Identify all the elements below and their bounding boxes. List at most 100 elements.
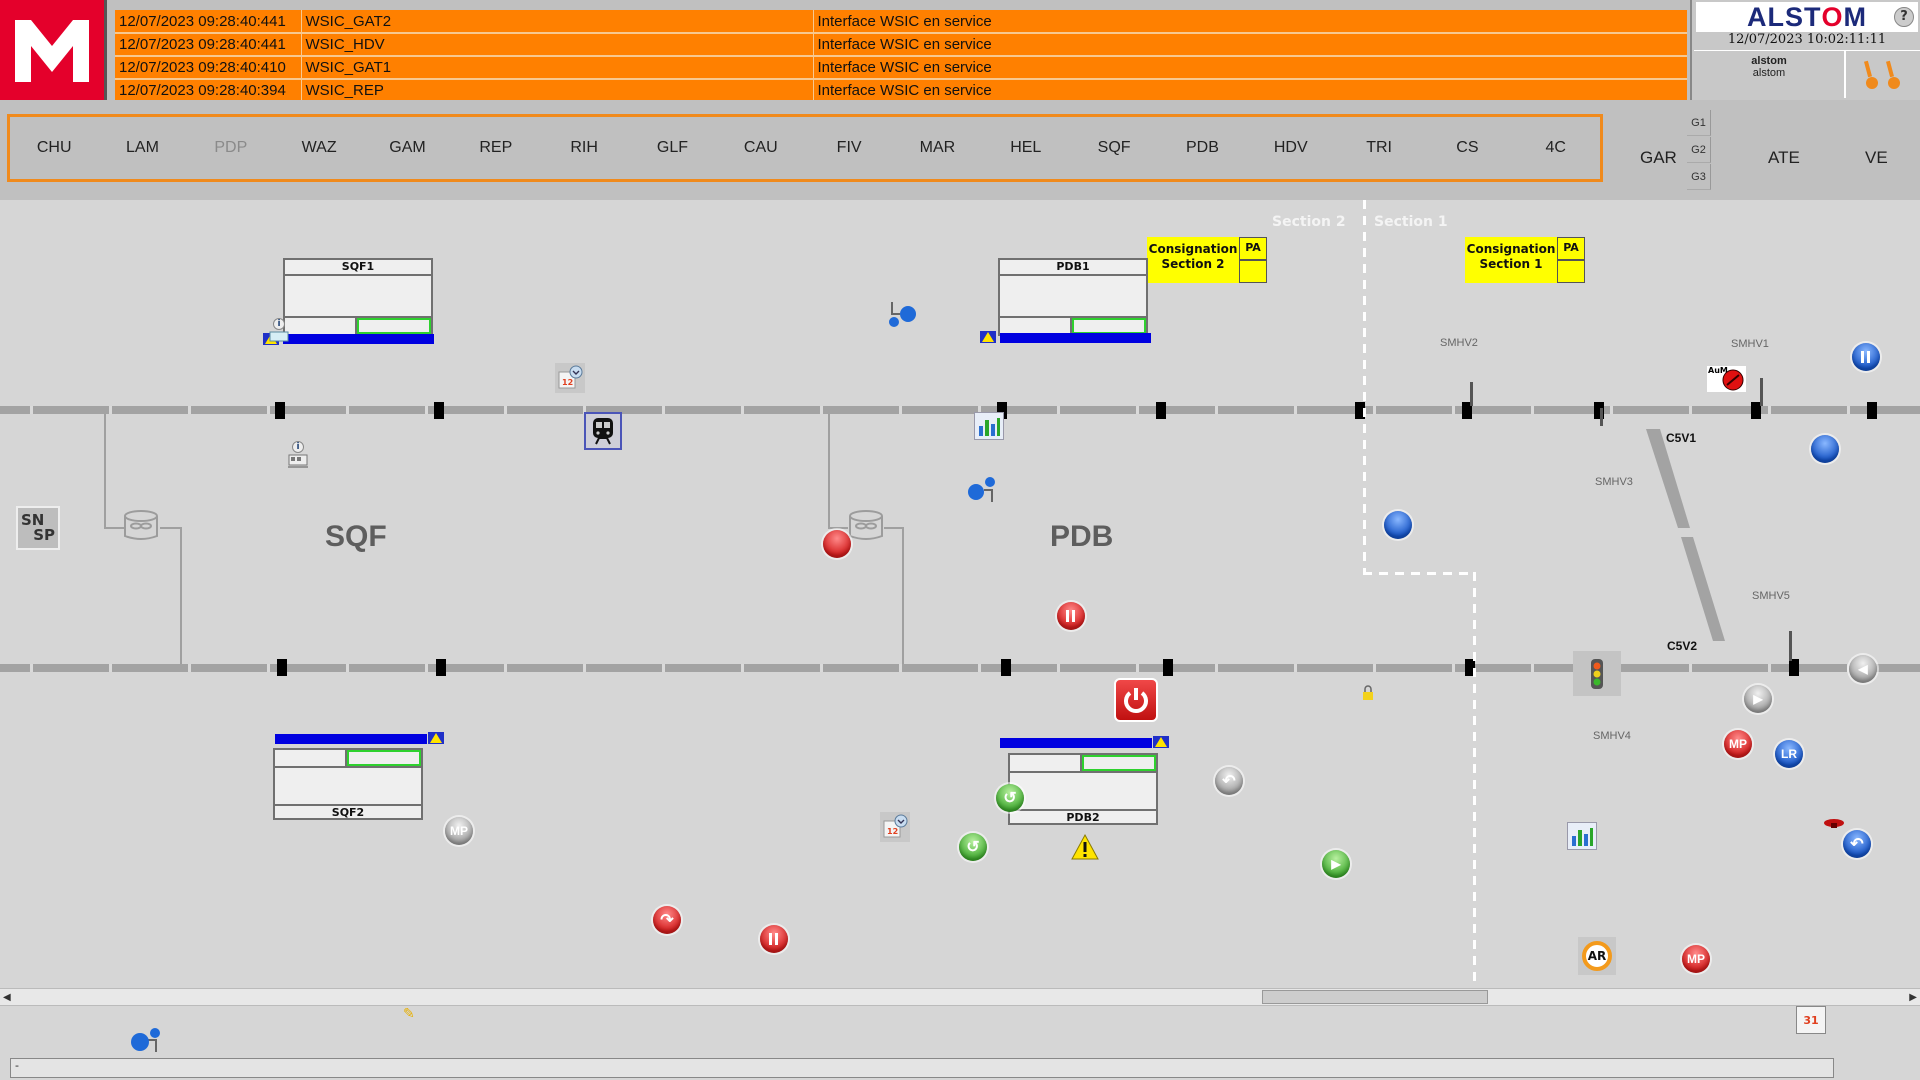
signal-marker[interactable] bbox=[434, 402, 444, 419]
statistics-button[interactable] bbox=[1567, 822, 1597, 850]
status-indicator-blue[interactable] bbox=[1811, 435, 1839, 463]
mp-button[interactable]: MP bbox=[1724, 730, 1752, 758]
tab-rep[interactable]: REP bbox=[452, 139, 540, 157]
aum-indicator[interactable]: AuM bbox=[1707, 366, 1746, 392]
warning-icon[interactable] bbox=[428, 732, 444, 744]
keys-button[interactable] bbox=[1844, 50, 1920, 98]
consignation-section-1[interactable]: Consignation Section 1 PA bbox=[1465, 237, 1585, 283]
help-button[interactable]: ? bbox=[1894, 7, 1914, 27]
play-button[interactable]: ▶ bbox=[1322, 850, 1350, 878]
tab-hel[interactable]: HEL bbox=[982, 139, 1070, 157]
crossover-c5v[interactable] bbox=[1640, 425, 1740, 655]
section-boundary bbox=[1473, 572, 1476, 988]
alarm-row[interactable]: 12/07/2023 09:28:40:441 WSIC_HDV Interface… bbox=[115, 33, 1687, 57]
tab-pdp[interactable]: PDP bbox=[187, 139, 275, 157]
tab-4c[interactable]: 4C bbox=[1512, 139, 1600, 157]
signal-marker[interactable] bbox=[1867, 402, 1877, 419]
key-small-icon[interactable]: ✎ bbox=[403, 1006, 415, 1022]
redirect-button[interactable]: ↷ bbox=[653, 906, 681, 934]
tab-gam[interactable]: GAM bbox=[363, 139, 451, 157]
tab-gar[interactable]: GAR bbox=[1640, 148, 1677, 168]
pa-indicator[interactable]: PA bbox=[1239, 237, 1267, 260]
ar-button[interactable]: AR bbox=[1578, 937, 1616, 975]
warning-icon[interactable] bbox=[980, 331, 996, 343]
tab-fiv[interactable]: FIV bbox=[805, 139, 893, 157]
back-button[interactable]: ◀ bbox=[1849, 655, 1877, 683]
calendar-button[interactable]: 31 bbox=[1796, 1006, 1826, 1034]
train-info-button[interactable]: i bbox=[266, 316, 292, 346]
operator-icon[interactable] bbox=[886, 298, 918, 330]
alarm-row[interactable]: 12/07/2023 09:28:40:394 WSIC_REP Interface… bbox=[115, 79, 1687, 103]
tab-chu[interactable]: CHU bbox=[10, 139, 98, 157]
play-icon: ▶ bbox=[1331, 857, 1341, 871]
tab-waz[interactable]: WAZ bbox=[275, 139, 363, 157]
pause-button[interactable] bbox=[1057, 602, 1085, 630]
tab-ate[interactable]: ATE bbox=[1768, 148, 1800, 168]
scroll-left-arrow[interactable]: ◀ bbox=[3, 992, 11, 1003]
tab-rih[interactable]: RIH bbox=[540, 139, 628, 157]
train-button[interactable] bbox=[584, 412, 622, 450]
substation-icon[interactable] bbox=[123, 508, 159, 544]
return-button[interactable]: ↶ bbox=[1843, 830, 1871, 858]
power-button[interactable] bbox=[1114, 678, 1158, 722]
return-button[interactable]: ↺ bbox=[996, 784, 1024, 812]
tab-sqf[interactable]: SQF bbox=[1070, 139, 1158, 157]
mp-button[interactable]: MP bbox=[1682, 945, 1710, 973]
scroll-thumb[interactable] bbox=[1262, 990, 1488, 1004]
group-g2-button[interactable]: G2 bbox=[1687, 137, 1711, 163]
track-lower[interactable] bbox=[0, 664, 1920, 672]
signal-marker[interactable] bbox=[1789, 659, 1799, 676]
lock-icon[interactable] bbox=[1362, 685, 1374, 701]
signal-marker[interactable] bbox=[436, 659, 446, 676]
horizontal-scrollbar[interactable]: ◀ ▶ bbox=[0, 988, 1920, 1006]
tab-cs[interactable]: CS bbox=[1423, 139, 1511, 157]
train-info-button[interactable]: i bbox=[284, 438, 312, 472]
tab-pdb[interactable]: PDB bbox=[1158, 139, 1246, 157]
schedule-button[interactable]: 12 bbox=[880, 812, 910, 842]
platform-sqf1[interactable]: SQF1 bbox=[283, 258, 433, 336]
pause-button[interactable] bbox=[760, 925, 788, 953]
tab-glf[interactable]: GLF bbox=[628, 139, 716, 157]
platform-pdb1[interactable]: PDB1 bbox=[998, 258, 1148, 336]
group-g1-button[interactable]: G1 bbox=[1687, 110, 1711, 136]
return-button[interactable]: ↺ bbox=[959, 833, 987, 861]
scroll-right-arrow[interactable]: ▶ bbox=[1909, 992, 1917, 1003]
signal-marker[interactable] bbox=[1156, 402, 1166, 419]
consignation-section-2[interactable]: Consignation Section 2 PA bbox=[1147, 237, 1267, 283]
platform-sqf2[interactable]: SQF2 bbox=[273, 748, 423, 820]
tab-cau[interactable]: CAU bbox=[717, 139, 805, 157]
status-indicator-blue[interactable] bbox=[1384, 511, 1412, 539]
signal-marker[interactable] bbox=[275, 402, 285, 419]
pause-button[interactable] bbox=[1852, 343, 1880, 371]
signal-marker[interactable] bbox=[277, 659, 287, 676]
signal-marker[interactable] bbox=[1001, 659, 1011, 676]
mp-button[interactable]: MP bbox=[445, 817, 473, 845]
tab-lam[interactable]: LAM bbox=[98, 139, 186, 157]
operator-icon[interactable] bbox=[966, 474, 998, 506]
status-indicator-red[interactable] bbox=[823, 530, 851, 558]
track-joint bbox=[30, 406, 33, 414]
alarm-row[interactable]: 12/07/2023 09:28:40:410 WSIC_GAT1 Interfac… bbox=[115, 56, 1687, 80]
substation-icon[interactable] bbox=[848, 508, 884, 544]
traffic-light-button[interactable] bbox=[1573, 651, 1621, 696]
pa-indicator[interactable]: PA bbox=[1557, 237, 1585, 260]
tab-mar[interactable]: MAR bbox=[893, 139, 981, 157]
play-button[interactable]: ▶ bbox=[1744, 685, 1772, 713]
warning-icon[interactable] bbox=[1070, 833, 1100, 861]
track-upper[interactable] bbox=[0, 406, 1920, 414]
tab-ve[interactable]: VE bbox=[1865, 148, 1888, 168]
operator-icon[interactable] bbox=[128, 1026, 162, 1056]
alarm-row[interactable]: 12/07/2023 09:28:40:441 WSIC_GAT2 Interfac… bbox=[115, 10, 1687, 34]
lr-button[interactable]: LR bbox=[1775, 740, 1803, 768]
warning-icon[interactable] bbox=[1153, 736, 1169, 748]
tab-tri[interactable]: TRI bbox=[1335, 139, 1423, 157]
schedule-button[interactable]: 12 bbox=[555, 363, 585, 393]
statistics-button[interactable] bbox=[974, 412, 1004, 440]
signal-marker[interactable] bbox=[1163, 659, 1173, 676]
sn-sp-toggle[interactable]: SN SP bbox=[16, 506, 60, 550]
emergency-stop-icon[interactable] bbox=[1823, 817, 1845, 829]
platform-pdb2[interactable]: PDB2 bbox=[1008, 753, 1158, 825]
undo-button[interactable]: ↶ bbox=[1215, 767, 1243, 795]
group-g3-button[interactable]: G3 bbox=[1687, 164, 1711, 190]
tab-hdv[interactable]: HDV bbox=[1247, 139, 1335, 157]
